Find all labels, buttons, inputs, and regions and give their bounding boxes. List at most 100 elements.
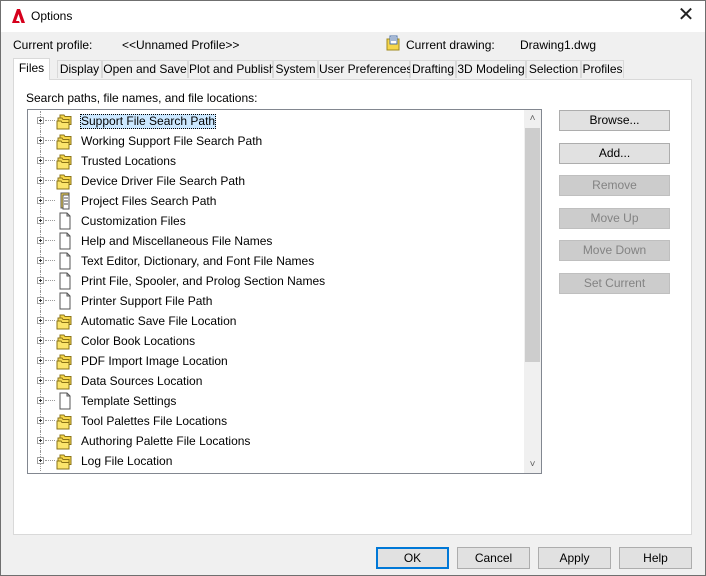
expand-plus-icon[interactable] bbox=[37, 437, 44, 444]
folder-stack-icon bbox=[56, 412, 74, 430]
expand-plus-icon[interactable] bbox=[37, 397, 44, 404]
document-icon bbox=[56, 212, 74, 230]
apply-button[interactable]: Apply bbox=[538, 547, 611, 569]
tree-node[interactable]: Data Sources Location bbox=[28, 371, 523, 391]
tab-selection[interactable]: Selection bbox=[526, 60, 581, 78]
tree-connector-line bbox=[45, 160, 55, 161]
tree-node-label: Customization Files bbox=[81, 214, 186, 228]
expand-plus-icon[interactable] bbox=[37, 277, 44, 284]
autocad-logo-icon bbox=[12, 9, 25, 23]
file-locations-tree[interactable]: ˄ ˅ Support File Search Path Working Supp… bbox=[27, 109, 542, 474]
search-paths-label: Search paths, file names, and file locat… bbox=[26, 91, 258, 105]
expand-plus-icon[interactable] bbox=[37, 297, 44, 304]
tab-display[interactable]: Display bbox=[57, 60, 102, 78]
current-profile-label: Current profile: bbox=[13, 38, 93, 52]
scrollbar-thumb[interactable] bbox=[525, 128, 540, 362]
move-down-button-label: Move Down bbox=[582, 243, 647, 257]
tree-connector-line bbox=[45, 360, 55, 361]
folder-stack-icon bbox=[56, 152, 74, 170]
tree-node[interactable]: Color Book Locations bbox=[28, 331, 523, 351]
tree-node-label: Automatic Save File Location bbox=[81, 314, 237, 328]
add-button[interactable]: Add... bbox=[559, 143, 670, 164]
expand-plus-icon[interactable] bbox=[37, 197, 44, 204]
expand-plus-icon[interactable] bbox=[37, 157, 44, 164]
scroll-down-arrow-icon[interactable]: ˅ bbox=[524, 456, 541, 473]
tree-node[interactable]: Automatic Save File Location bbox=[28, 311, 523, 331]
folder-stack-icon bbox=[56, 432, 74, 450]
folder-stack-icon bbox=[56, 312, 74, 330]
tree-node[interactable]: Authoring Palette File Locations bbox=[28, 431, 523, 451]
cancel-button[interactable]: Cancel bbox=[457, 547, 530, 569]
tree-node[interactable]: Trusted Locations bbox=[28, 151, 523, 171]
expand-plus-icon[interactable] bbox=[37, 257, 44, 264]
tree-node[interactable]: Tool Palettes File Locations bbox=[28, 411, 523, 431]
document-icon bbox=[56, 292, 74, 310]
remove-button-label: Remove bbox=[592, 178, 637, 192]
browse-button-label: Browse... bbox=[589, 113, 640, 127]
tree-node-label: Printer Support File Path bbox=[81, 294, 213, 308]
tab-open-and-save[interactable]: Open and Save bbox=[102, 60, 188, 78]
tree-node[interactable]: PDF Import Image Location bbox=[28, 351, 523, 371]
tree-vertical-scrollbar[interactable]: ˄ ˅ bbox=[524, 110, 541, 473]
tab-profiles[interactable]: Profiles bbox=[581, 60, 624, 78]
expand-plus-icon[interactable] bbox=[37, 417, 44, 424]
expand-plus-icon[interactable] bbox=[37, 137, 44, 144]
profile-row: Current profile: <<Unnamed Profile>> Cur… bbox=[13, 35, 693, 54]
expand-plus-icon[interactable] bbox=[37, 217, 44, 224]
expand-plus-icon[interactable] bbox=[37, 117, 44, 124]
drawing-file-icon bbox=[386, 35, 400, 51]
tree-node-label: Text Editor, Dictionary, and Font File N… bbox=[81, 254, 315, 268]
move-up-button[interactable]: Move Up bbox=[559, 208, 670, 229]
tree-node-label: Trusted Locations bbox=[81, 154, 176, 168]
tree-connector-line bbox=[45, 180, 55, 181]
tab-drafting[interactable]: Drafting bbox=[410, 60, 456, 78]
remove-button[interactable]: Remove bbox=[559, 175, 670, 196]
tree-node[interactable]: Log File Location bbox=[28, 451, 523, 471]
expand-plus-icon[interactable] bbox=[37, 317, 44, 324]
tree-connector-line bbox=[45, 140, 55, 141]
tree-node[interactable]: Support File Search Path bbox=[28, 111, 523, 131]
tree-node[interactable]: Working Support File Search Path bbox=[28, 131, 523, 151]
expand-plus-icon[interactable] bbox=[37, 357, 44, 364]
tree-node-label: Project Files Search Path bbox=[81, 194, 217, 208]
tab-plot-and-publish[interactable]: Plot and Publish bbox=[188, 60, 276, 78]
tab-files[interactable]: Files bbox=[13, 58, 50, 80]
tree-node[interactable]: Customization Files bbox=[28, 211, 523, 231]
tree-node[interactable]: Printer Support File Path bbox=[28, 291, 523, 311]
tree-connector-line bbox=[45, 220, 55, 221]
tab-3d-modeling[interactable]: 3D Modeling bbox=[456, 60, 526, 78]
tree-node-label: PDF Import Image Location bbox=[81, 354, 228, 368]
set-current-button[interactable]: Set Current bbox=[559, 273, 670, 294]
move-up-button-label: Move Up bbox=[590, 211, 639, 225]
ok-button[interactable]: OK bbox=[376, 547, 449, 569]
tree-connector-line bbox=[45, 400, 55, 401]
folder-stack-icon bbox=[56, 452, 74, 470]
tree-node[interactable]: Print File, Spooler, and Prolog Section … bbox=[28, 271, 523, 291]
tab-system[interactable]: System bbox=[273, 60, 318, 78]
expand-plus-icon[interactable] bbox=[37, 337, 44, 344]
tree-node-label: Template Settings bbox=[81, 394, 177, 408]
tree-node[interactable]: Text Editor, Dictionary, and Font File N… bbox=[28, 251, 523, 271]
tree-node[interactable]: Project Files Search Path bbox=[28, 191, 523, 211]
move-down-button[interactable]: Move Down bbox=[559, 240, 670, 261]
help-button[interactable]: Help bbox=[619, 547, 692, 569]
expand-plus-icon[interactable] bbox=[37, 237, 44, 244]
tree-node[interactable]: Template Settings bbox=[28, 391, 523, 411]
close-icon[interactable]: ✕ bbox=[677, 5, 695, 25]
tree-node[interactable]: Device Driver File Search Path bbox=[28, 171, 523, 191]
tree-node-label: Authoring Palette File Locations bbox=[81, 434, 251, 448]
project-files-icon bbox=[56, 192, 74, 210]
tab-user-preferences[interactable]: User Preferences bbox=[318, 60, 412, 78]
options-dialog: Options ✕ Current profile: <<Unnamed Pro… bbox=[0, 0, 706, 576]
help-button-label: Help bbox=[643, 551, 668, 565]
expand-plus-icon[interactable] bbox=[37, 377, 44, 384]
tree-connector-line bbox=[45, 420, 55, 421]
document-icon bbox=[56, 232, 74, 250]
folder-stack-icon bbox=[56, 352, 74, 370]
expand-plus-icon[interactable] bbox=[37, 177, 44, 184]
scroll-up-arrow-icon[interactable]: ˄ bbox=[524, 110, 541, 127]
tree-node[interactable]: Help and Miscellaneous File Names bbox=[28, 231, 523, 251]
expand-plus-icon[interactable] bbox=[37, 457, 44, 464]
browse-button[interactable]: Browse... bbox=[559, 110, 670, 131]
tree-node-label: Color Book Locations bbox=[81, 334, 196, 348]
